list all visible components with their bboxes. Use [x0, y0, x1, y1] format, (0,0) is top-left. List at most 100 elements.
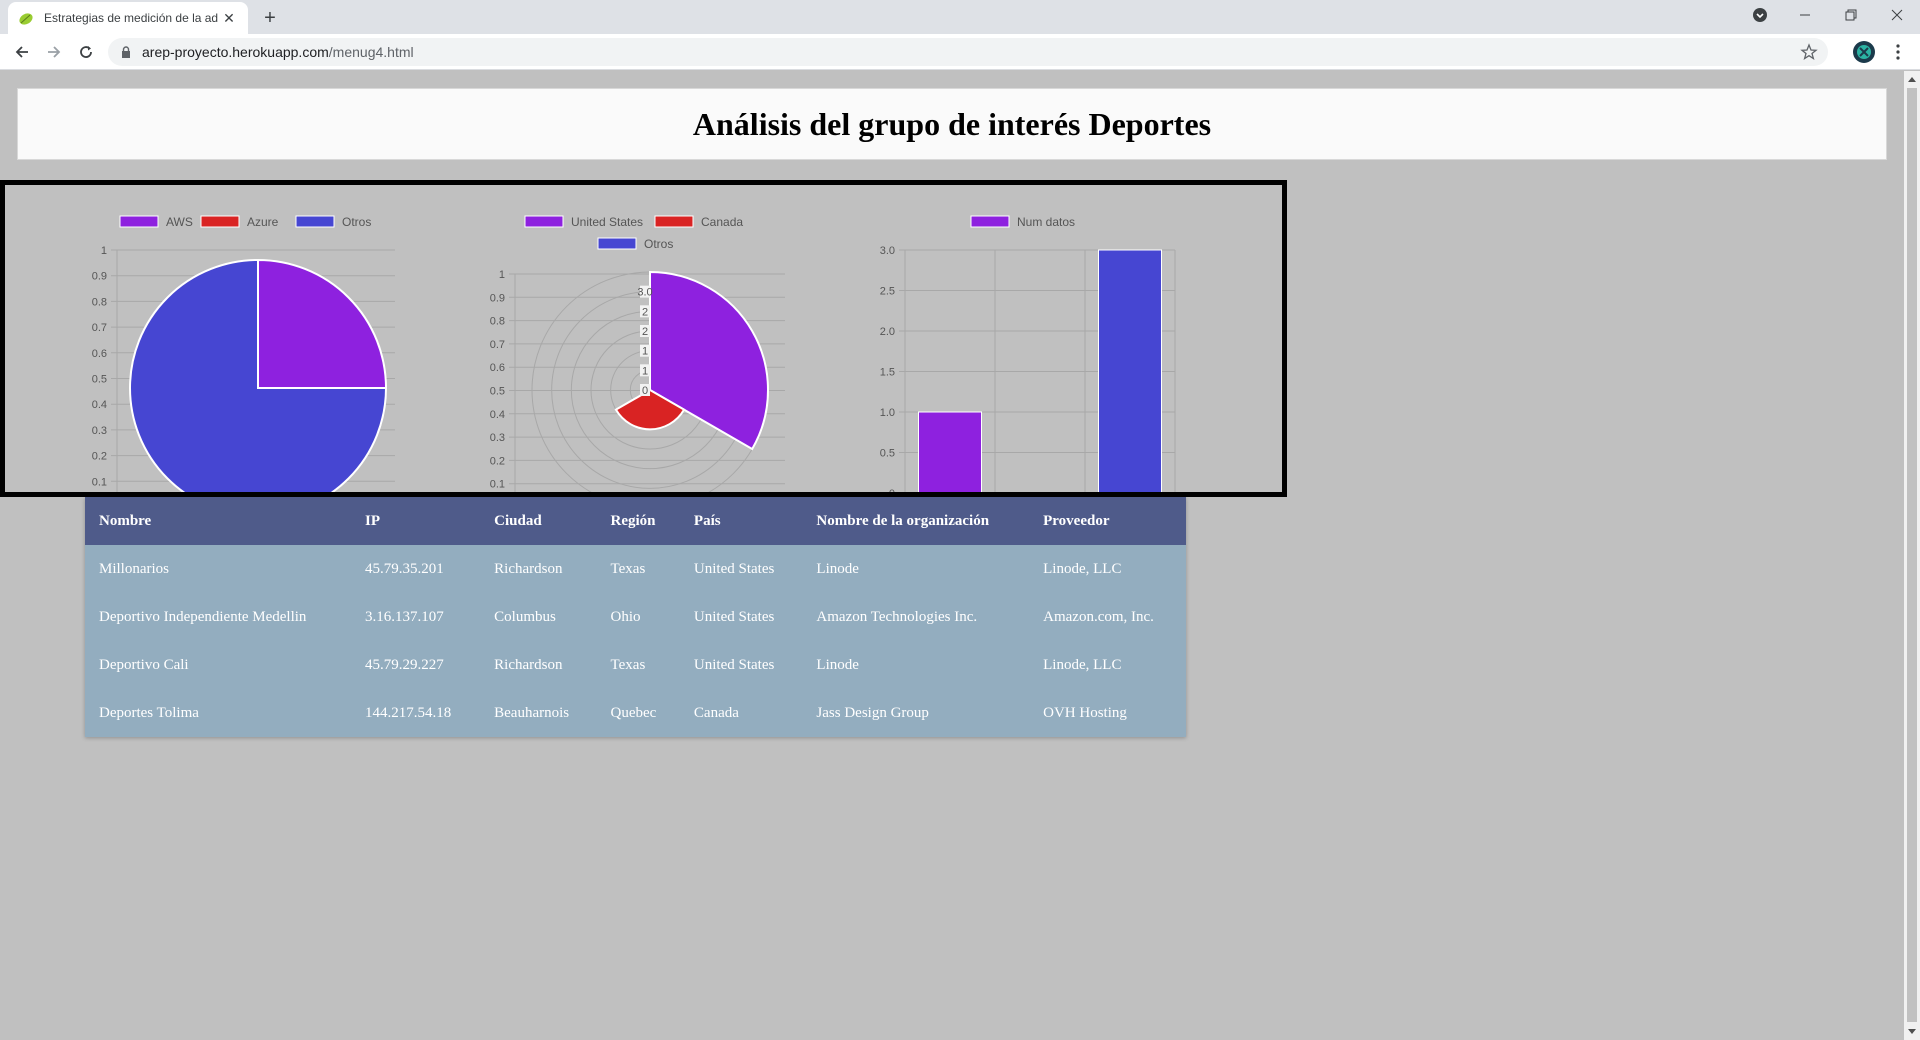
y-tick-label: 1 — [499, 269, 505, 281]
y-tick-label: 0.5 — [880, 448, 895, 460]
column-header: Región — [596, 497, 680, 545]
y-tick-label: 0.2 — [490, 455, 505, 467]
table-cell: OVH Hosting — [1029, 689, 1186, 737]
table-row: Deportivo Independiente Medellin 3.16.137… — [85, 593, 1186, 641]
url-path: /menug4.html — [328, 44, 414, 60]
column-header: Nombre de la organización — [802, 497, 1030, 545]
extension-icon[interactable] — [1853, 41, 1875, 63]
table-cell: Millonarios — [85, 545, 352, 593]
table-cell: Linode, LLC — [1029, 641, 1186, 689]
vertical-scrollbar[interactable] — [1904, 71, 1920, 1040]
table-cell: Linode, LLC — [1029, 545, 1186, 593]
bar — [918, 411, 982, 492]
kebab-menu-icon[interactable] — [1888, 42, 1908, 62]
radial-tick-label: 0 — [642, 385, 648, 397]
table-cell: Linode — [802, 641, 1030, 689]
browser-tab-strip: Estrategias de medición de la ad ✕ + — [0, 0, 1920, 34]
y-tick-label: 0.5 — [490, 386, 505, 398]
table-cell: Deportivo Independiente Medellin — [85, 593, 352, 641]
table-cell: Jass Design Group — [802, 689, 1030, 737]
column-header: Ciudad — [480, 497, 597, 545]
browser-tab[interactable]: Estrategias de medición de la ad ✕ — [8, 2, 248, 34]
y-tick-label: 0.8 — [92, 296, 107, 308]
table-cell: 3.16.137.107 — [351, 593, 481, 641]
table-cell: Richardson — [480, 641, 597, 689]
y-tick-label: 0.5 — [92, 374, 107, 386]
y-tick-label: 2.5 — [880, 286, 895, 298]
table-cell: Richardson — [480, 545, 597, 593]
page-title: Análisis del grupo de interés Deportes — [692, 105, 1212, 142]
table-cell: United States — [679, 545, 803, 593]
legend-label: AWS — [166, 215, 193, 229]
charts-panel: AWS Azure Otros 0 0.1 0.2 0.3 0.4 0.5 0.6 0.7 0.8 0.… — [0, 180, 1287, 497]
page-header: Análisis del grupo de interés Deportes — [17, 88, 1887, 160]
pie-slice — [257, 258, 388, 389]
table-row: Deportes Tolima 144.217.54.18 Beauharnois Q… — [85, 689, 1186, 737]
bar — [1098, 249, 1162, 492]
scroll-down-arrow-icon[interactable] — [1904, 1024, 1920, 1040]
y-tick-label: 0.4 — [490, 409, 505, 421]
y-tick-label: 0.2 — [92, 451, 107, 463]
y-tick-label: 0.6 — [490, 362, 505, 374]
y-tick-label: 1.0 — [880, 407, 895, 419]
forward-arrow-icon[interactable] — [40, 38, 68, 66]
legend-swatch — [119, 215, 159, 228]
y-tick-label: 0.3 — [92, 425, 107, 437]
y-tick-label: 0.7 — [490, 339, 505, 351]
table-header-row: Nombre IP Ciudad Región País Nombre de la org… — [85, 497, 1186, 545]
minimize-icon[interactable] — [1782, 0, 1828, 30]
y-tick-label: 0.7 — [92, 322, 107, 334]
y-tick-label: 0.8 — [490, 316, 505, 328]
column-header: Nombre — [85, 497, 352, 545]
y-tick-label: 0.4 — [92, 399, 107, 411]
url-host: arep-proyecto.herokuapp.com — [142, 44, 329, 60]
table-cell: Ohio — [596, 593, 680, 641]
radial-tick-label: 2 — [642, 306, 648, 318]
radial-tick-label: 1 — [642, 346, 648, 358]
data-table: Nombre IP Ciudad Región País Nombre de la org… — [85, 497, 1186, 737]
legend-swatch — [970, 215, 1010, 228]
radial-tick-label: 1 — [642, 365, 648, 377]
y-tick-label: 0.1 — [490, 479, 505, 491]
table-cell: Deportivo Cali — [85, 641, 352, 689]
legend-swatch — [295, 215, 335, 228]
legend-label: United States — [571, 215, 643, 229]
y-tick-label: 2.0 — [880, 326, 895, 338]
table-cell: Canada — [679, 689, 803, 737]
scrollbar-thumb[interactable] — [1907, 88, 1917, 1022]
table-cell: United States — [679, 641, 803, 689]
table-cell: 45.79.29.227 — [351, 641, 481, 689]
radial-tick-label: 3.0 — [637, 287, 652, 299]
new-tab-plus-icon[interactable]: + — [258, 6, 282, 30]
column-header: País — [679, 497, 803, 545]
scroll-up-arrow-icon[interactable] — [1904, 71, 1920, 87]
table-cell: Texas — [596, 545, 680, 593]
page-viewport: Análisis del grupo de interés Deportes A… — [0, 71, 1904, 1040]
address-bar[interactable]: arep-proyecto.herokuapp.com/menug4.html — [108, 38, 1828, 66]
tab-search-icon[interactable] — [1737, 0, 1783, 30]
table-cell: Linode — [802, 545, 1030, 593]
window-close-icon[interactable] — [1874, 0, 1920, 30]
reload-icon[interactable] — [72, 38, 100, 66]
table-cell: United States — [679, 593, 803, 641]
column-header: Proveedor — [1029, 497, 1186, 545]
table-row: Millonarios 45.79.35.201 Richardson Texas Un… — [85, 545, 1186, 593]
restore-icon[interactable] — [1828, 0, 1874, 30]
y-tick-label: 0.3 — [490, 432, 505, 444]
table-cell: Amazon.com, Inc. — [1029, 593, 1186, 641]
close-icon[interactable]: ✕ — [220, 9, 238, 27]
y-tick-label: 0 — [889, 488, 895, 492]
legend-label: Num datos — [1017, 215, 1075, 229]
table-cell: 144.217.54.18 — [351, 689, 481, 737]
radial-tick-label: 2 — [642, 326, 648, 338]
legend-label: Azure — [247, 215, 279, 229]
y-tick-label: 0.9 — [92, 271, 107, 283]
back-arrow-icon[interactable] — [8, 38, 36, 66]
column-header: IP — [351, 497, 481, 545]
y-tick-label: 3.0 — [880, 245, 895, 257]
bookmark-star-icon[interactable] — [1800, 43, 1818, 61]
table-row: Deportivo Cali 45.79.29.227 Richardson Texa… — [85, 641, 1186, 689]
browser-toolbar: arep-proyecto.herokuapp.com/menug4.html — [0, 34, 1920, 70]
charts-canvas: AWS Azure Otros 0 0.1 0.2 0.3 0.4 0.5 0.6 0.7 0.8 0.… — [92, 215, 1176, 492]
y-tick-label: 0.9 — [490, 292, 505, 304]
